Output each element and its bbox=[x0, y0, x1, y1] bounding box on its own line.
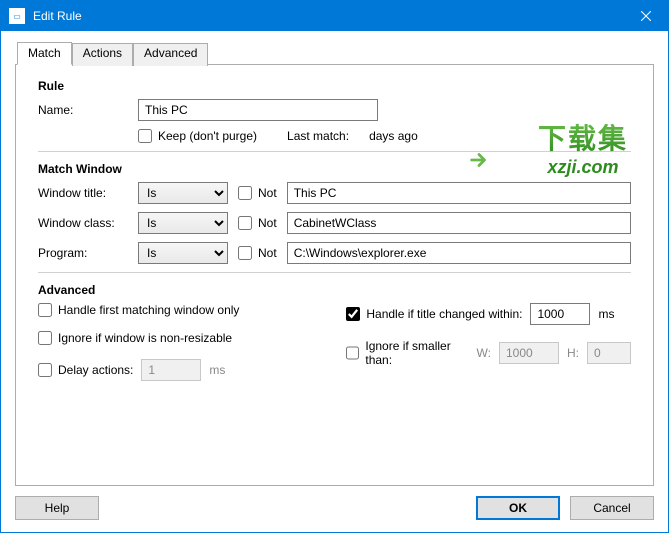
ignore-smaller-checkbox[interactable] bbox=[346, 346, 359, 360]
title-changed-wrap[interactable]: Handle if title changed within: bbox=[346, 307, 522, 321]
title-changed-value[interactable] bbox=[530, 303, 590, 325]
window-title-label: Window title: bbox=[38, 186, 138, 200]
keep-label: Keep (don't purge) bbox=[158, 129, 257, 143]
delay-unit: ms bbox=[209, 363, 225, 377]
delay-checkbox[interactable] bbox=[38, 363, 52, 377]
title-changed-unit: ms bbox=[598, 307, 614, 321]
window-title-not-wrap[interactable]: Not bbox=[238, 186, 277, 200]
ignore-smaller-wrap[interactable]: Ignore if smaller than: bbox=[346, 339, 468, 367]
tab-actions[interactable]: Actions bbox=[72, 43, 133, 66]
titlebar: ▭ Edit Rule bbox=[1, 1, 668, 31]
help-button[interactable]: Help bbox=[15, 496, 99, 520]
window-title-value[interactable] bbox=[287, 182, 631, 204]
tab-match[interactable]: Match bbox=[17, 42, 72, 65]
edit-rule-dialog: ▭ Edit Rule Match Actions Advanced Rule … bbox=[0, 0, 669, 533]
window-class-not-wrap[interactable]: Not bbox=[238, 216, 277, 230]
group-rule-title: Rule bbox=[38, 79, 631, 93]
w-label: W: bbox=[477, 346, 491, 360]
group-match-title: Match Window bbox=[38, 162, 631, 176]
ignore-smaller-h bbox=[587, 342, 631, 364]
ignore-smaller-w bbox=[499, 342, 559, 364]
delay-wrap[interactable]: Delay actions: bbox=[38, 363, 133, 377]
client-area: Match Actions Advanced Rule Name: Keep (… bbox=[1, 31, 668, 532]
window-class-not[interactable] bbox=[238, 216, 252, 230]
window-title-op[interactable]: Is bbox=[138, 182, 228, 204]
tab-advanced[interactable]: Advanced bbox=[133, 43, 208, 66]
window-title: Edit Rule bbox=[33, 9, 623, 23]
program-op[interactable]: Is bbox=[138, 242, 228, 264]
h-label: H: bbox=[567, 346, 579, 360]
last-match-label: Last match: bbox=[287, 129, 349, 143]
keep-checkbox-wrap[interactable]: Keep (don't purge) bbox=[138, 129, 257, 143]
window-title-not[interactable] bbox=[238, 186, 252, 200]
window-class-value[interactable] bbox=[287, 212, 631, 234]
program-not[interactable] bbox=[238, 246, 252, 260]
keep-checkbox[interactable] bbox=[138, 129, 152, 143]
tabstrip: Match Actions Advanced bbox=[17, 42, 654, 65]
first-match-wrap[interactable]: Handle first matching window only bbox=[38, 303, 346, 317]
program-not-wrap[interactable]: Not bbox=[238, 246, 277, 260]
ignore-nonresize-checkbox[interactable] bbox=[38, 331, 52, 345]
name-label: Name: bbox=[38, 103, 138, 117]
app-icon: ▭ bbox=[9, 8, 25, 24]
window-class-op[interactable]: Is bbox=[138, 212, 228, 234]
dialog-footer: Help OK Cancel bbox=[15, 486, 654, 520]
close-button[interactable] bbox=[623, 1, 668, 31]
window-class-label: Window class: bbox=[38, 216, 138, 230]
first-match-checkbox[interactable] bbox=[38, 303, 52, 317]
group-advanced-title: Advanced bbox=[38, 283, 631, 297]
delay-value bbox=[141, 359, 201, 381]
cancel-button[interactable]: Cancel bbox=[570, 496, 654, 520]
name-input[interactable] bbox=[138, 99, 378, 121]
ok-button[interactable]: OK bbox=[476, 496, 560, 520]
ignore-nonresize-wrap[interactable]: Ignore if window is non-resizable bbox=[38, 331, 346, 345]
last-match-value: days ago bbox=[369, 129, 418, 143]
title-changed-checkbox[interactable] bbox=[346, 307, 360, 321]
program-value[interactable] bbox=[287, 242, 631, 264]
program-label: Program: bbox=[38, 246, 138, 260]
tab-pane-match: Rule Name: Keep (don't purge) Last match… bbox=[15, 64, 654, 486]
